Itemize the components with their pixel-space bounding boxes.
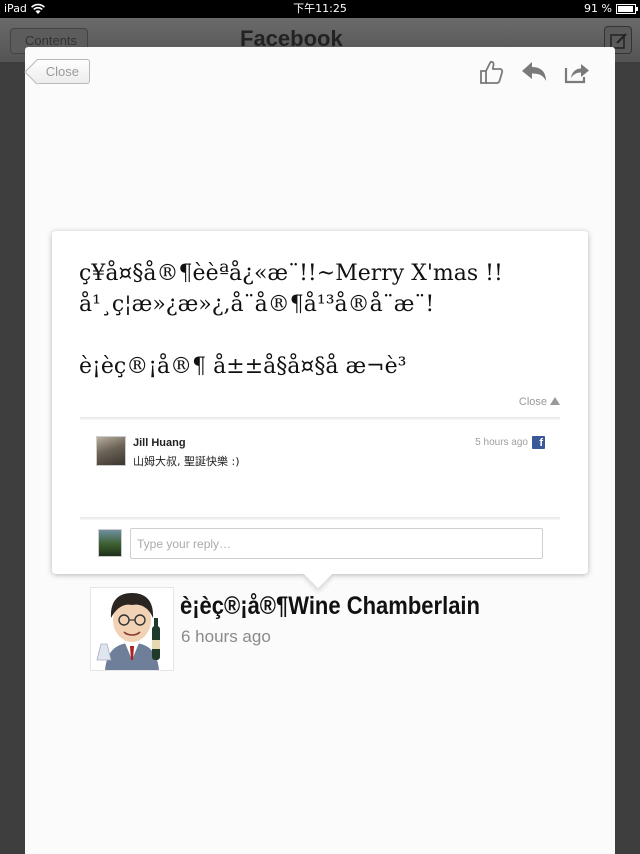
reply-icon[interactable] [520, 59, 548, 85]
post-line: ç¥å¤§å®¶èèªå¿«æ¨!!~Merry X'mas !! [79, 261, 503, 286]
battery-percent: 91 % [584, 2, 612, 15]
current-user-avatar [98, 529, 122, 557]
post-line: å¹¸ç¦æ»¿æ»¿,å¨å®¶å¹³å®å¨æ¨! [79, 292, 435, 317]
comment-timestamp: 5 hours ago [475, 437, 528, 448]
comment-text: 山姆大叔, 聖誕快樂 :) [133, 455, 240, 468]
author-avatar[interactable] [90, 587, 174, 671]
comment-author[interactable]: Jill Huang [133, 437, 186, 449]
post-detail-modal: Close ç¥å¤§å®¶èèªå¿«æ¨!!~Merry X'mas !! … [25, 47, 615, 854]
divider [80, 417, 560, 420]
close-button-label: Close [45, 64, 79, 79]
battery-icon [616, 4, 638, 14]
triangle-up-icon [550, 397, 560, 405]
author-name[interactable]: è¡èç®¡å®¶Wine Chamberlain [180, 592, 480, 621]
reply-input[interactable] [130, 528, 543, 559]
clock: 下午11:25 [293, 2, 347, 15]
author-caricature-image [91, 588, 173, 670]
post-signature: è¡èç®¡å®¶ å±±å§å¤§å æ¬è³ [79, 354, 407, 379]
commenter-avatar[interactable] [96, 436, 126, 466]
share-icon[interactable] [563, 59, 591, 85]
facebook-icon: f [532, 436, 545, 449]
divider [80, 517, 560, 520]
collapse-comments-button[interactable]: Close [519, 396, 560, 408]
post-body: ç¥å¤§å®¶èèªå¿«æ¨!!~Merry X'mas !! å¹¸ç¦æ… [79, 258, 569, 382]
collapse-label: Close [518, 396, 547, 408]
contents-label: Contents [25, 33, 78, 48]
status-bar: iPad 下午11:25 91 % [0, 0, 640, 18]
post-timestamp: 6 hours ago [181, 627, 271, 646]
thumbs-up-icon[interactable] [477, 59, 505, 85]
post-card: ç¥å¤§å®¶èèªå¿«æ¨!!~Merry X'mas !! å¹¸ç¦æ… [52, 231, 588, 589]
close-button[interactable]: Close [37, 59, 90, 84]
